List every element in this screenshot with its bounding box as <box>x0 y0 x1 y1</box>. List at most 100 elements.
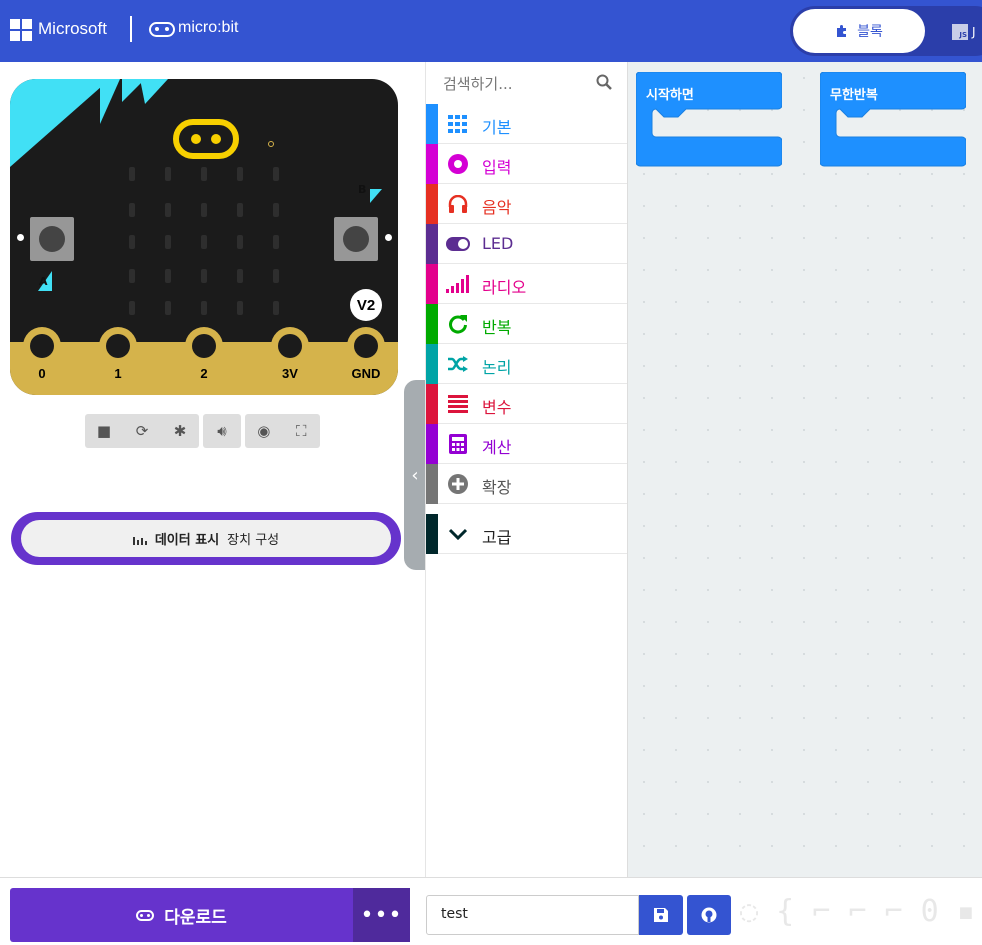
screenshot-icon[interactable]: ◉ <box>249 422 279 440</box>
shuffle-icon <box>446 353 470 375</box>
search-input[interactable]: 검색하기... <box>443 73 513 94</box>
github-icon <box>701 907 717 923</box>
header-divider <box>130 16 132 42</box>
version-badge: V2 <box>350 289 382 321</box>
side-pin-right <box>385 234 392 241</box>
project-name-input[interactable]: test <box>426 895 639 935</box>
category-color-bar <box>426 344 438 384</box>
collapse-simulator-handle[interactable]: ‹ <box>404 380 426 570</box>
led <box>273 235 279 249</box>
category-label: 기본 <box>482 118 512 137</box>
search-icon[interactable] <box>596 74 612 90</box>
headphones-icon <box>446 193 470 215</box>
chevron-left-icon: ‹ <box>411 464 419 486</box>
button-a-label: A <box>39 275 48 288</box>
microsoft-logo-icon[interactable] <box>10 19 32 41</box>
github-button[interactable] <box>687 895 731 935</box>
blocks-workspace[interactable]: 시작하면 무한반복 <box>627 62 982 877</box>
show-data-button[interactable]: 데이터 표시 장치 구성 <box>11 512 401 565</box>
led <box>165 203 171 217</box>
calculator-icon <box>446 433 470 455</box>
microbit-logo-icon[interactable] <box>149 22 175 37</box>
led <box>273 167 279 181</box>
pin-label: 2 <box>200 366 208 381</box>
list-icon <box>446 393 470 415</box>
category-math[interactable]: 계산 <box>426 424 627 464</box>
toggle-icon <box>446 233 470 255</box>
category-color-bar <box>426 264 438 304</box>
category-radio[interactable]: 라디오 <box>426 264 627 304</box>
led <box>201 235 207 249</box>
pin-2[interactable] <box>185 327 223 367</box>
category-color-bar <box>426 184 438 224</box>
category-color-bar <box>426 144 438 184</box>
led <box>129 167 135 181</box>
category-loops[interactable]: 반복 <box>426 304 627 344</box>
category-label: 음악 <box>482 198 512 217</box>
pin-label: 1 <box>114 366 122 381</box>
microbit-board[interactable]: A B V2 0 1 2 3V GND <box>10 79 398 395</box>
category-color-bar <box>426 304 438 344</box>
microsoft-brand[interactable]: Microsoft <box>38 19 107 39</box>
led <box>129 203 135 217</box>
stop-icon[interactable]: ■ <box>89 422 119 440</box>
led <box>165 301 171 315</box>
category-basic[interactable]: 기본 <box>426 104 627 144</box>
microphone-led-icon <box>268 141 274 147</box>
button-a[interactable] <box>30 217 74 261</box>
led <box>129 269 135 283</box>
category-label: 확장 <box>482 478 512 497</box>
more-options-button[interactable]: ••• <box>353 888 410 942</box>
button-b-label: B <box>358 183 367 196</box>
led <box>201 269 207 283</box>
loop-icon <box>446 313 470 335</box>
save-button[interactable] <box>639 895 683 935</box>
category-input[interactable]: 입력 <box>426 144 627 184</box>
pin-0[interactable] <box>23 327 61 367</box>
led <box>237 269 243 283</box>
pin-3v[interactable] <box>271 327 309 367</box>
pin-1[interactable] <box>99 327 137 367</box>
download-button-group: 다운로드 ••• <box>10 888 410 942</box>
category-extensions[interactable]: 확장 <box>426 464 627 504</box>
fullscreen-icon[interactable]: ⛶ <box>286 422 316 440</box>
category-variables[interactable]: 변수 <box>426 384 627 424</box>
microbit-brand[interactable]: micro:bit <box>178 19 238 37</box>
forever-block[interactable]: 무한반복 <box>820 72 966 167</box>
touch-logo[interactable] <box>173 119 239 159</box>
category-music[interactable]: 음악 <box>426 184 627 224</box>
led <box>273 301 279 315</box>
pin-label: 0 <box>38 366 46 381</box>
simulator-toolbar: ■ ⟳ ✱ <box>85 414 199 448</box>
download-label: 다운로드 <box>164 907 227 928</box>
led <box>273 269 279 283</box>
category-color-bar <box>426 514 438 554</box>
download-button[interactable]: 다운로드 <box>10 888 353 942</box>
led <box>165 235 171 249</box>
toolbox-search[interactable]: 검색하기... <box>426 62 627 104</box>
category-label: 변수 <box>482 398 512 417</box>
category-color-bar <box>426 424 438 464</box>
plus-circle-icon <box>446 473 470 495</box>
restart-icon[interactable]: ⟳ <box>127 422 157 440</box>
category-logic[interactable]: 논리 <box>426 344 627 384</box>
sound-icon[interactable]: 🔊︎ <box>207 422 237 440</box>
tab-javascript[interactable]: JS J <box>952 23 982 41</box>
category-led[interactable]: LED <box>426 224 627 264</box>
on-start-block[interactable]: 시작하면 <box>636 72 782 167</box>
pin-gnd[interactable] <box>347 327 385 367</box>
debug-icon[interactable]: ✱ <box>165 422 195 440</box>
category-advanced[interactable]: 고급 <box>426 514 627 554</box>
button-b[interactable] <box>334 217 378 261</box>
show-data-device-label: 장치 구성 <box>227 533 280 548</box>
category-color-bar <box>426 464 438 504</box>
led <box>237 235 243 249</box>
editor-mode-toggle: 블록 JS J <box>790 6 982 56</box>
simulator-panel: A B V2 0 1 2 3V GND ■ ⟳ ✱ 🔊︎ ◉ ⛶ 데이터 표시 … <box>0 62 425 877</box>
simulator-view-group: ◉ ⛶ <box>245 414 320 448</box>
category-label: 논리 <box>482 358 512 377</box>
microbit-link-icon <box>136 909 155 921</box>
tab-blocks[interactable]: 블록 <box>793 9 925 53</box>
led <box>201 167 207 181</box>
show-data-button-inner: 데이터 표시 장치 구성 <box>21 520 391 557</box>
